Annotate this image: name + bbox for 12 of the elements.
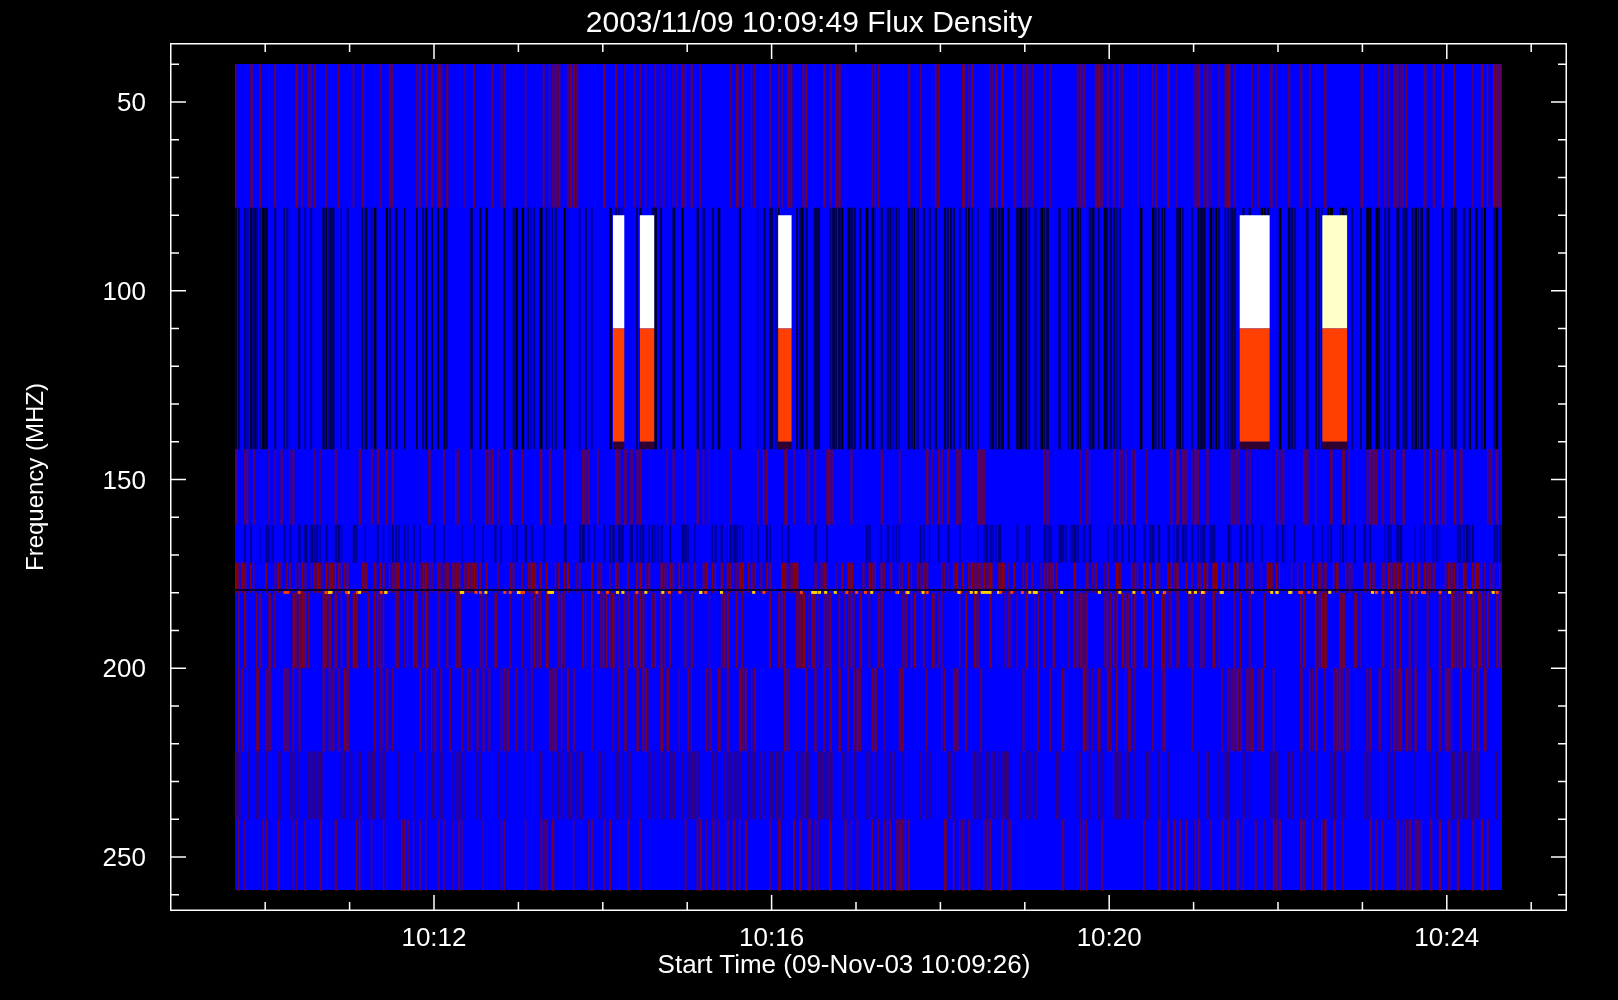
x-tick-label: 10:12 [401, 922, 467, 951]
x-tick-label: 10:24 [1414, 922, 1480, 951]
x-axis-label: Start Time (09-Nov-03 10:09:26) [657, 951, 1031, 977]
y-tick-label: 250 [102, 842, 146, 872]
y-tick-label: 100 [102, 275, 146, 306]
x-tick-label: 10:16 [739, 922, 805, 951]
x-tick-label: 10:20 [1076, 922, 1142, 951]
y-axis-label: Frequency (MHZ) [23, 383, 47, 571]
chart-title: 2003/11/09 10:09:49 Flux Density [585, 6, 1033, 37]
y-tick-label: 150 [102, 464, 146, 495]
y-tick-label: 200 [102, 653, 146, 684]
y-tick-label: 50 [117, 87, 146, 117]
